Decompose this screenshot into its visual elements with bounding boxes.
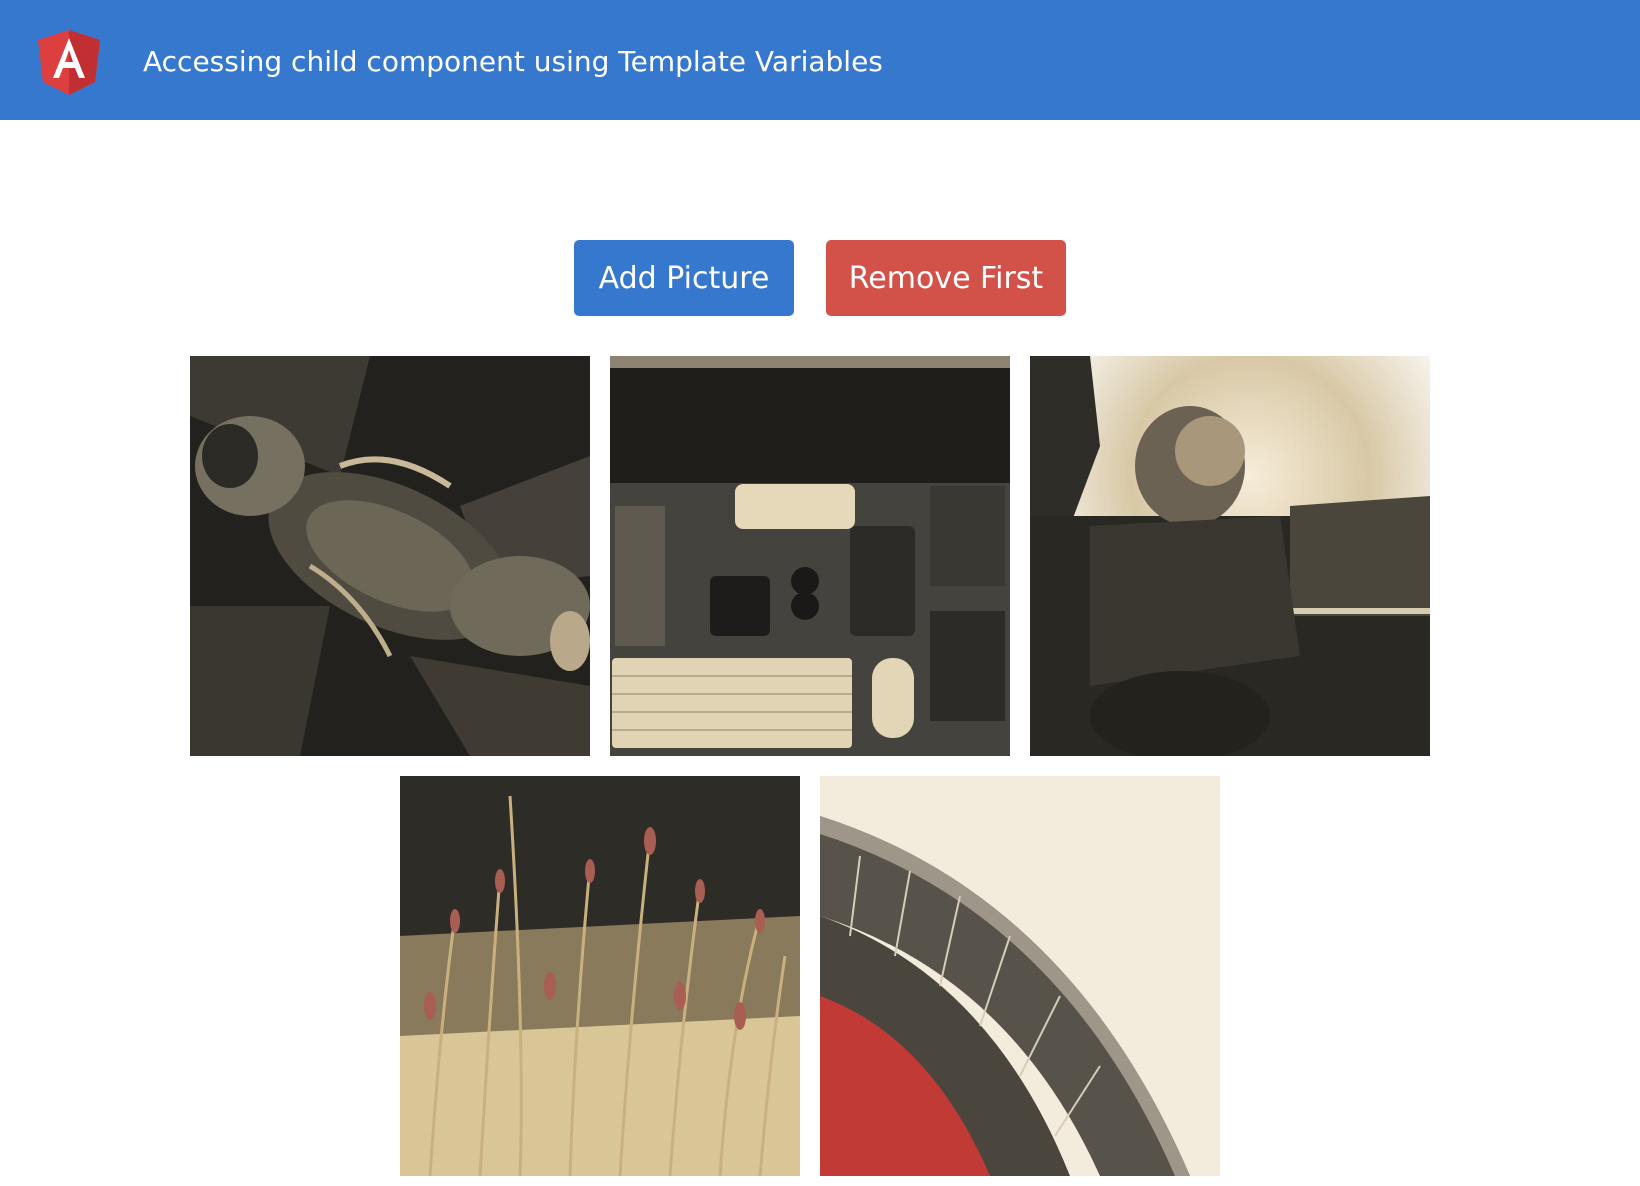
gallery-picture bbox=[400, 776, 800, 1176]
gallery-picture bbox=[1030, 356, 1430, 756]
grass-field-image bbox=[400, 776, 800, 1176]
add-picture-button[interactable]: Add Picture bbox=[574, 240, 794, 316]
app-header: Accessing child component using Template… bbox=[0, 0, 1640, 120]
gallery-picture bbox=[190, 356, 590, 756]
remove-first-button[interactable]: Remove First bbox=[826, 240, 1066, 316]
desk-workspace-image bbox=[610, 356, 1010, 756]
person-sunset-image bbox=[1030, 356, 1430, 756]
page-title: Accessing child component using Template… bbox=[143, 45, 883, 78]
gallery-picture bbox=[610, 356, 1010, 756]
curved-building-image bbox=[820, 776, 1220, 1176]
gallery-picture bbox=[820, 776, 1220, 1176]
arch-ceiling-image bbox=[190, 356, 590, 756]
angular-logo-icon bbox=[38, 30, 100, 95]
